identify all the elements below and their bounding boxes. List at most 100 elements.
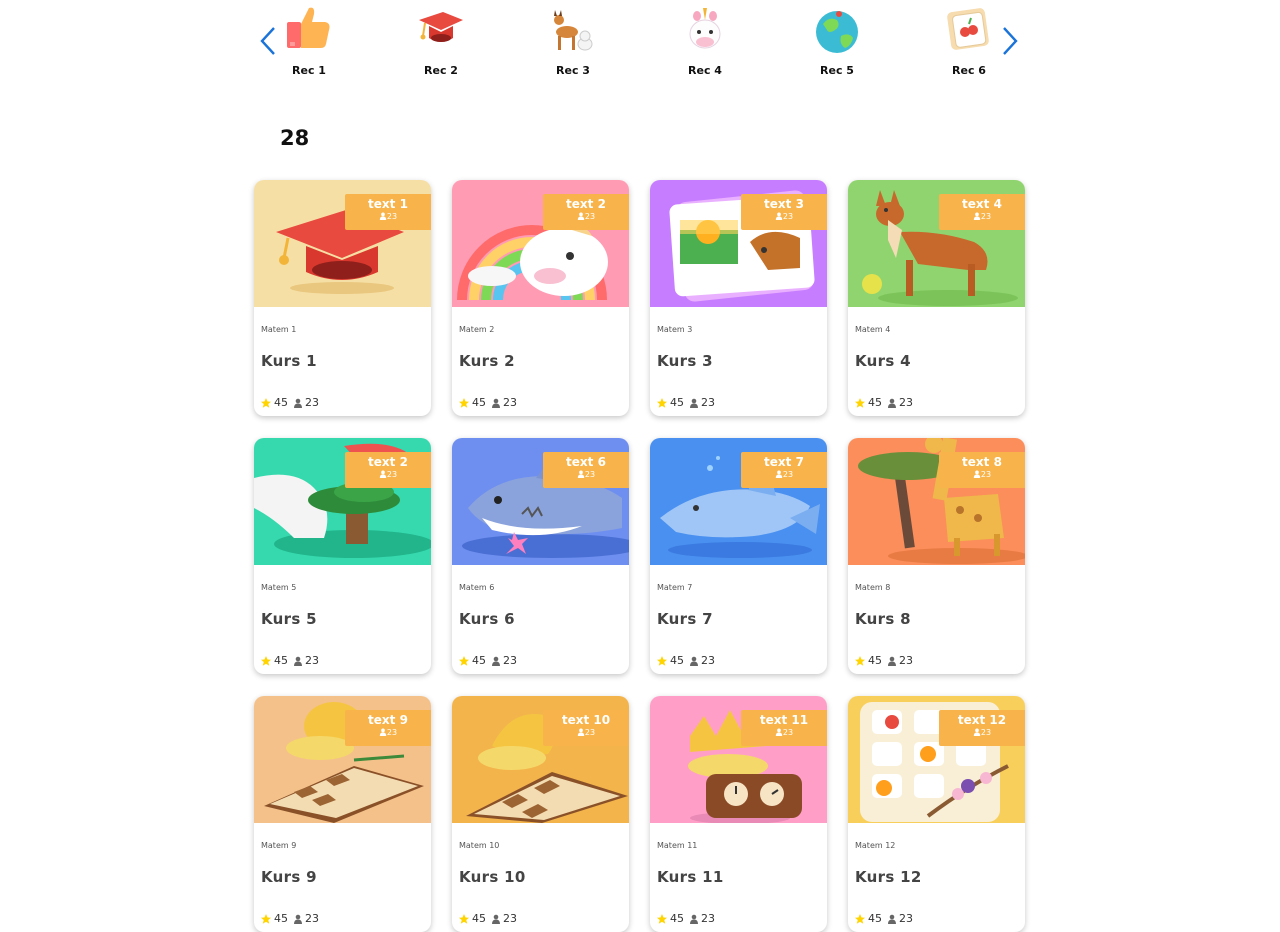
course-subject: Matem 7 [657, 583, 693, 592]
course-card-7[interactable]: text 7 23 Matem 7 Kurs 7 45 23 [650, 438, 827, 674]
course-title: Kurs 7 [657, 610, 713, 628]
course-rating: 45 [472, 654, 486, 667]
badge-count-value: 23 [980, 728, 992, 737]
badge-title: text 1 [368, 197, 408, 211]
person-icon [379, 728, 387, 736]
badge-title: text 11 [759, 713, 809, 727]
course-stats: 45 23 [854, 912, 913, 925]
rec-item-2[interactable]: Rec 2 [396, 0, 486, 90]
chevron-right-icon [1003, 27, 1018, 55]
course-users: 23 [305, 396, 319, 409]
course-card-3[interactable]: text 3 23 Matem 3 Kurs 3 45 23 [650, 180, 827, 416]
course-card-5[interactable]: text 2 23 Matem 5 Kurs 5 45 23 [254, 438, 431, 674]
carousel-next-button[interactable] [1000, 24, 1020, 58]
course-badge: text 12 23 [939, 710, 1025, 746]
course-stats: 45 23 [260, 912, 319, 925]
badge-title: text 2 [566, 197, 606, 211]
badge-title: text 3 [764, 197, 804, 211]
rec-item-3[interactable]: Rec 3 [528, 0, 618, 90]
course-title: Kurs 1 [261, 352, 317, 370]
star-icon [261, 397, 271, 408]
course-users: 23 [503, 396, 517, 409]
course-title: Kurs 5 [261, 610, 317, 628]
course-users: 23 [503, 654, 517, 667]
course-title: Kurs 9 [261, 868, 317, 886]
rec-label: Rec 5 [820, 64, 854, 77]
course-card-2[interactable]: text 2 23 Matem 2 Kurs 2 45 23 [452, 180, 629, 416]
course-subject: Matem 9 [261, 841, 297, 850]
badge-count-value: 23 [980, 470, 992, 479]
course-subject: Matem 6 [459, 583, 495, 592]
deer-cat-icon [545, 2, 601, 58]
star-icon [855, 655, 865, 666]
result-count: 28 [280, 126, 310, 150]
course-users: 23 [899, 912, 913, 925]
person-icon [973, 212, 981, 220]
course-card-4[interactable]: text 4 23 Matem 4 Kurs 4 45 23 [848, 180, 1025, 416]
badge-title: text 2 [368, 455, 408, 469]
course-card-10[interactable]: text 10 23 Matem 10 Kurs 10 45 23 [452, 696, 629, 932]
person-icon [690, 914, 698, 924]
rec-label: Rec 1 [292, 64, 326, 77]
rec-item-4[interactable]: Rec 4 [660, 0, 750, 90]
badge-count-value: 23 [584, 470, 596, 479]
course-rating: 45 [868, 912, 882, 925]
course-subject: Matem 2 [459, 325, 495, 334]
course-card-9[interactable]: text 9 23 Matem 9 Kurs 9 45 23 [254, 696, 431, 932]
course-stats: 45 23 [458, 912, 517, 925]
badge-count: 23 [543, 470, 629, 480]
course-rating: 45 [670, 654, 684, 667]
star-icon [459, 397, 469, 408]
course-badge: text 9 23 [345, 710, 431, 746]
person-icon [775, 728, 783, 736]
course-title: Kurs 10 [459, 868, 526, 886]
badge-count-value: 23 [782, 212, 794, 221]
person-icon [973, 728, 981, 736]
person-icon [492, 398, 500, 408]
badge-count-value: 23 [782, 470, 794, 479]
badge-title: text 10 [561, 713, 611, 727]
course-users: 23 [701, 396, 715, 409]
person-icon [294, 398, 302, 408]
course-card-11[interactable]: text 11 23 Matem 11 Kurs 11 45 23 [650, 696, 827, 932]
course-rating: 45 [274, 654, 288, 667]
rec-item-5[interactable]: Rec 5 [792, 0, 882, 90]
person-icon [379, 470, 387, 478]
rec-label: Rec 3 [556, 64, 590, 77]
badge-count: 23 [345, 212, 431, 222]
course-badge: text 2 23 [543, 194, 629, 230]
course-rating: 45 [274, 912, 288, 925]
course-badge: text 6 23 [543, 452, 629, 488]
badge-count: 23 [741, 470, 827, 480]
course-stats: 45 23 [656, 396, 715, 409]
person-icon [294, 914, 302, 924]
course-subject: Matem 10 [459, 841, 500, 850]
course-subject: Matem 5 [261, 583, 297, 592]
course-title: Kurs 6 [459, 610, 515, 628]
course-users: 23 [305, 912, 319, 925]
course-stats: 45 23 [260, 396, 319, 409]
course-card-6[interactable]: text 6 23 Matem 6 Kurs 6 45 23 [452, 438, 629, 674]
rec-item-1[interactable]: Rec 1 [264, 0, 354, 90]
badge-count: 23 [939, 470, 1025, 480]
badge-count: 23 [345, 470, 431, 480]
course-rating: 45 [670, 396, 684, 409]
person-icon [690, 398, 698, 408]
badge-count-value: 23 [584, 212, 596, 221]
badge-title: text 6 [566, 455, 606, 469]
course-subject: Matem 8 [855, 583, 891, 592]
course-rating: 45 [274, 396, 288, 409]
course-badge: text 2 23 [345, 452, 431, 488]
course-subject: Matem 3 [657, 325, 693, 334]
person-icon [577, 470, 585, 478]
course-card-1[interactable]: text 1 23 Matem 1 Kurs 1 45 23 [254, 180, 431, 416]
badge-count: 23 [741, 728, 827, 738]
course-title: Kurs 2 [459, 352, 515, 370]
badge-count-value: 23 [980, 212, 992, 221]
badge-title: text 8 [962, 455, 1002, 469]
person-icon [888, 656, 896, 666]
badge-title: text 4 [962, 197, 1002, 211]
course-card-8[interactable]: text 8 23 Matem 8 Kurs 8 45 23 [848, 438, 1025, 674]
star-icon [459, 913, 469, 924]
course-card-12[interactable]: text 12 23 Matem 12 Kurs 12 45 23 [848, 696, 1025, 932]
